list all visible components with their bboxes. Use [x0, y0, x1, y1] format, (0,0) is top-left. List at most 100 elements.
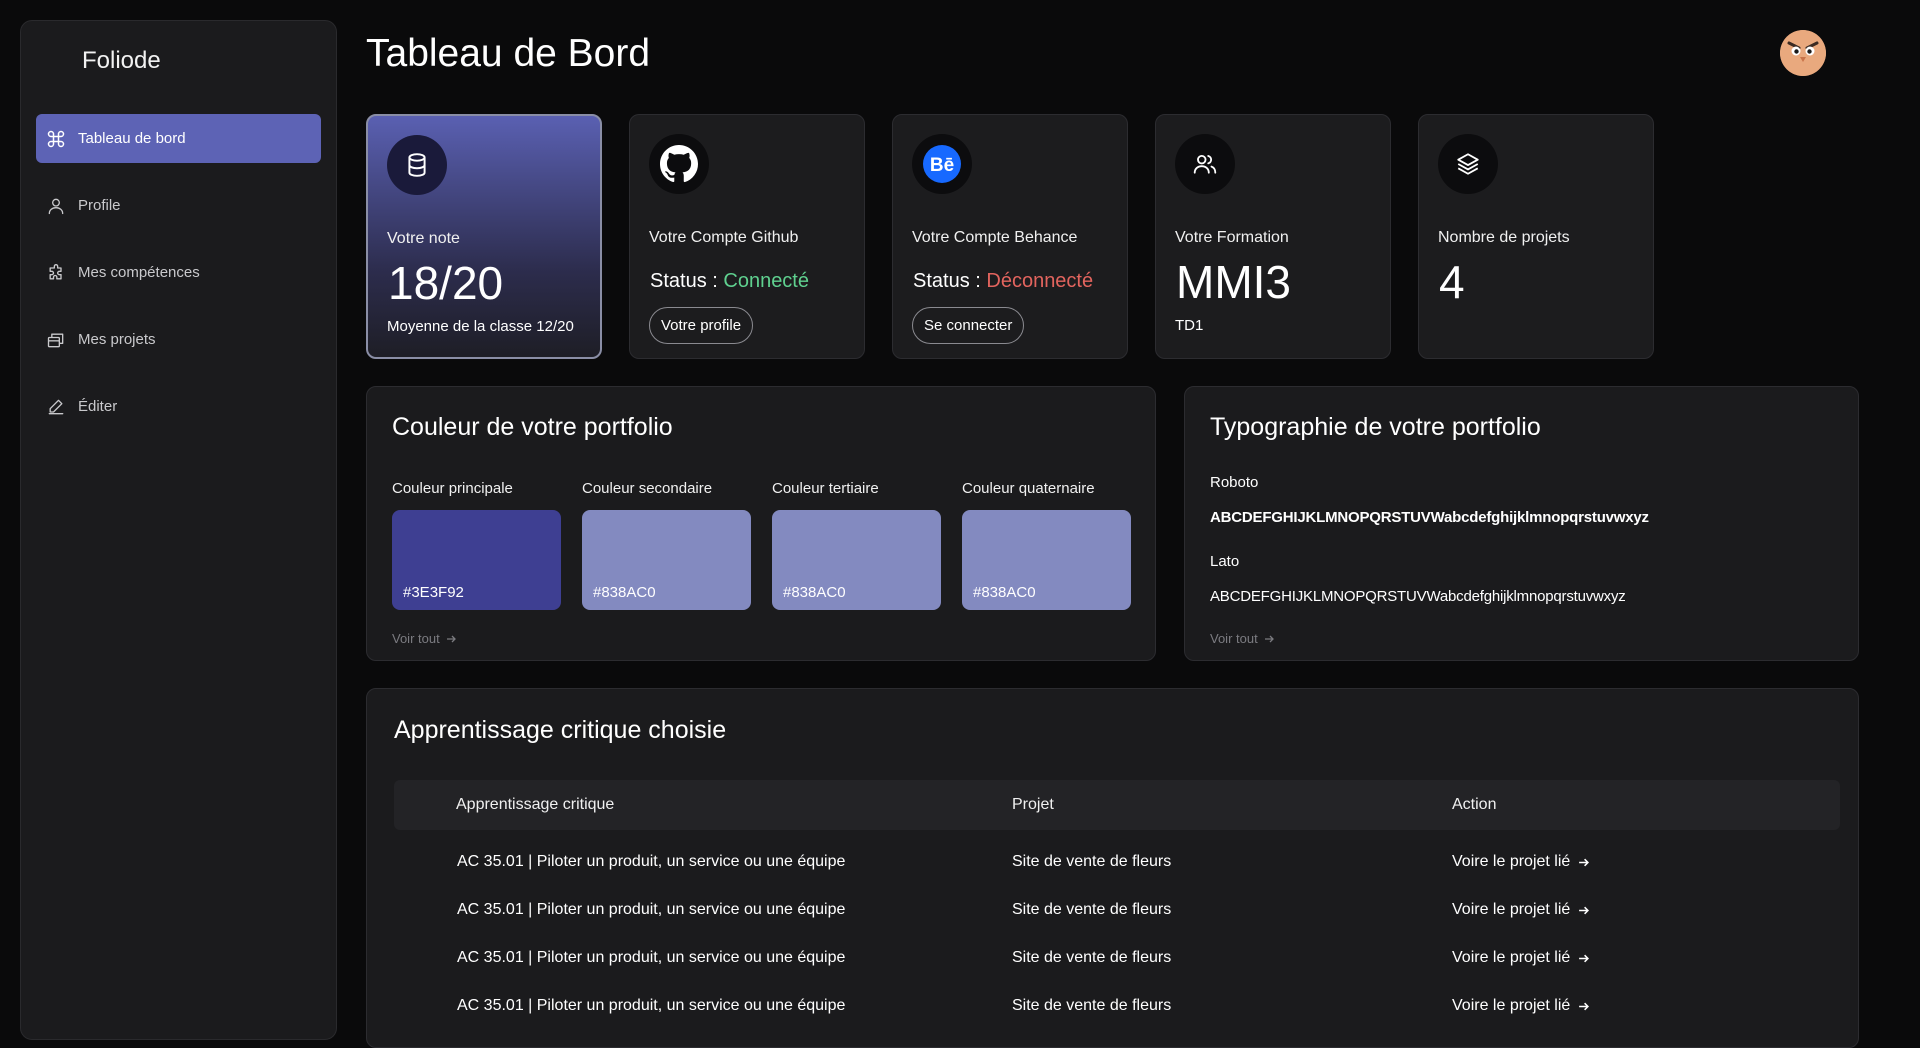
arrow-right-icon	[1579, 858, 1590, 866]
behance-card: Bē Votre Compte Behance Status : Déconne…	[892, 114, 1128, 359]
sidebar-item-label: Mes compétences	[78, 264, 200, 281]
projects-count-label: Nombre de projets	[1438, 229, 1570, 246]
swatch-quaternary[interactable]: #838AC0	[962, 510, 1131, 610]
swatch-secondary[interactable]: #838AC0	[582, 510, 751, 610]
view-project-link[interactable]: Voire le projet lié	[1452, 949, 1590, 967]
page-title: Tableau de Bord	[366, 32, 651, 75]
github-label: Votre Compte Github	[649, 229, 799, 246]
table-row: AC 35.01 | Piloter un produit, un servic…	[394, 839, 1840, 887]
grade-card: Votre note 18/20 Moyenne de la classe 12…	[366, 114, 602, 359]
portfolio-colors-panel: Couleur de votre portfolio Couleur princ…	[366, 386, 1156, 661]
behance-label: Votre Compte Behance	[912, 229, 1078, 246]
sidebar-item-projects[interactable]: Mes projets	[36, 315, 321, 364]
avatar[interactable]	[1780, 30, 1826, 76]
github-profile-button[interactable]: Votre profile	[649, 307, 754, 344]
link-label: Voire le projet lié	[1452, 853, 1571, 870]
colors-panel-title: Couleur de votre portfolio	[392, 413, 673, 441]
project-cell: Site de vente de fleurs	[1012, 949, 1172, 966]
pencil-icon	[48, 399, 64, 414]
behance-connect-button[interactable]: Se connecter	[912, 307, 1025, 344]
link-label: Voire le projet lié	[1452, 901, 1571, 918]
sidebar-item-label: Mes projets	[78, 331, 156, 348]
behance-status: Status : Déconnecté	[913, 270, 1093, 293]
see-all-label: Voir tout	[392, 631, 440, 646]
arrow-right-icon	[1579, 1002, 1590, 1010]
command-icon	[47, 130, 65, 147]
swatch-label: Couleur principale	[392, 480, 513, 497]
github-icon-circle	[649, 134, 709, 194]
sidebar-item-skills[interactable]: Mes compétences	[36, 248, 321, 297]
puzzle-icon	[49, 263, 62, 279]
project-cell: Site de vente de fleurs	[1012, 997, 1172, 1014]
swatch-hex: #838AC0	[973, 584, 1036, 601]
formation-icon-circle	[1175, 134, 1235, 194]
view-project-link[interactable]: Voire le projet lié	[1452, 997, 1590, 1015]
font-name-primary: Roboto	[1210, 474, 1259, 491]
sidebar-nav: Tableau de bord Profile Mes compétences …	[36, 114, 321, 449]
view-project-link[interactable]: Voire le projet lié	[1452, 853, 1590, 871]
github-status: Status : Connecté	[650, 270, 809, 293]
colors-see-all-link[interactable]: Voir tout	[392, 631, 456, 646]
behance-icon: Bē	[923, 145, 961, 183]
owl-avatar-icon	[1780, 30, 1826, 76]
formation-value: MMI3	[1176, 256, 1291, 308]
grade-icon-circle	[387, 135, 447, 195]
layers-icon	[1457, 153, 1479, 175]
project-cell: Site de vente de fleurs	[1012, 901, 1172, 918]
font-sample-primary: ABCDEFGHIJKLMNOPQRSTUVWabcdefghijklmnopq…	[1210, 509, 1649, 526]
swatch-label: Couleur tertiaire	[772, 480, 879, 497]
github-icon	[660, 145, 698, 183]
sidebar-item-edit[interactable]: Éditer	[36, 382, 321, 431]
arrow-right-icon	[1264, 635, 1274, 642]
view-project-link[interactable]: Voire le projet lié	[1452, 901, 1590, 919]
formation-card: Votre Formation MMI3 TD1	[1155, 114, 1391, 359]
portfolio-typography-panel: Typographie de votre portfolio Roboto AB…	[1184, 386, 1859, 661]
grade-value: 18/20	[388, 257, 504, 309]
formation-group: TD1	[1175, 317, 1204, 334]
link-label: Voire le projet lié	[1452, 997, 1571, 1014]
status-prefix: Status :	[650, 270, 724, 292]
projects-icon-circle	[1438, 134, 1498, 194]
projects-count-value: 4	[1439, 256, 1465, 308]
brand-logo[interactable]: Foliode	[82, 47, 161, 75]
swatch-primary[interactable]: #3E3F92	[392, 510, 561, 610]
arrow-right-icon	[1579, 954, 1590, 962]
table-header: Apprentissage critique Projet Action	[394, 780, 1840, 830]
swatch-label: Couleur quaternaire	[962, 480, 1095, 497]
sidebar-item-dashboard[interactable]: Tableau de bord	[36, 114, 321, 163]
user-icon	[48, 198, 64, 214]
status-connected: Connecté	[723, 270, 809, 292]
column-header-action: Action	[1452, 796, 1497, 813]
users-icon	[1193, 154, 1217, 174]
table-row: AC 35.01 | Piloter un produit, un servic…	[394, 935, 1840, 983]
font-name-secondary: Lato	[1210, 553, 1240, 570]
sidebar-item-label: Tableau de bord	[78, 130, 186, 147]
see-all-label: Voir tout	[1210, 631, 1258, 646]
github-card: Votre Compte Github Status : Connecté Vo…	[629, 114, 865, 359]
font-sample-secondary: ABCDEFGHIJKLMNOPQRSTUVWabcdefghijklmnopq…	[1210, 588, 1626, 605]
swatch-hex: #3E3F92	[403, 584, 464, 601]
sidebar-item-label: Profile	[78, 197, 121, 214]
swatch-hex: #838AC0	[593, 584, 656, 601]
table-row: AC 35.01 | Piloter un produit, un servic…	[394, 887, 1840, 935]
swatch-tertiary[interactable]: #838AC0	[772, 510, 941, 610]
sidebar-item-label: Éditer	[78, 398, 118, 415]
sidebar-item-profile[interactable]: Profile	[36, 181, 321, 230]
grade-label: Votre note	[387, 230, 460, 247]
database-icon	[408, 153, 426, 177]
typography-see-all-link[interactable]: Voir tout	[1210, 631, 1274, 646]
svg-text:Bē: Bē	[930, 155, 954, 176]
critical-learning-title: Apprentissage critique choisie	[394, 716, 727, 744]
typography-panel-title: Typographie de votre portfolio	[1210, 413, 1541, 441]
status-prefix: Status :	[913, 270, 987, 292]
ac-cell: AC 35.01 | Piloter un produit, un servic…	[457, 997, 846, 1014]
ac-cell: AC 35.01 | Piloter un produit, un servic…	[457, 901, 846, 918]
table-row: AC 35.01 | Piloter un produit, un servic…	[394, 983, 1840, 1031]
swatch-hex: #838AC0	[783, 584, 846, 601]
formation-label: Votre Formation	[1175, 229, 1289, 246]
column-header-ac: Apprentissage critique	[456, 796, 615, 813]
ac-cell: AC 35.01 | Piloter un produit, un servic…	[457, 853, 846, 870]
status-disconnected: Déconnecté	[986, 270, 1094, 292]
behance-icon-circle: Bē	[912, 134, 972, 194]
projects-count-card: Nombre de projets 4	[1418, 114, 1654, 359]
